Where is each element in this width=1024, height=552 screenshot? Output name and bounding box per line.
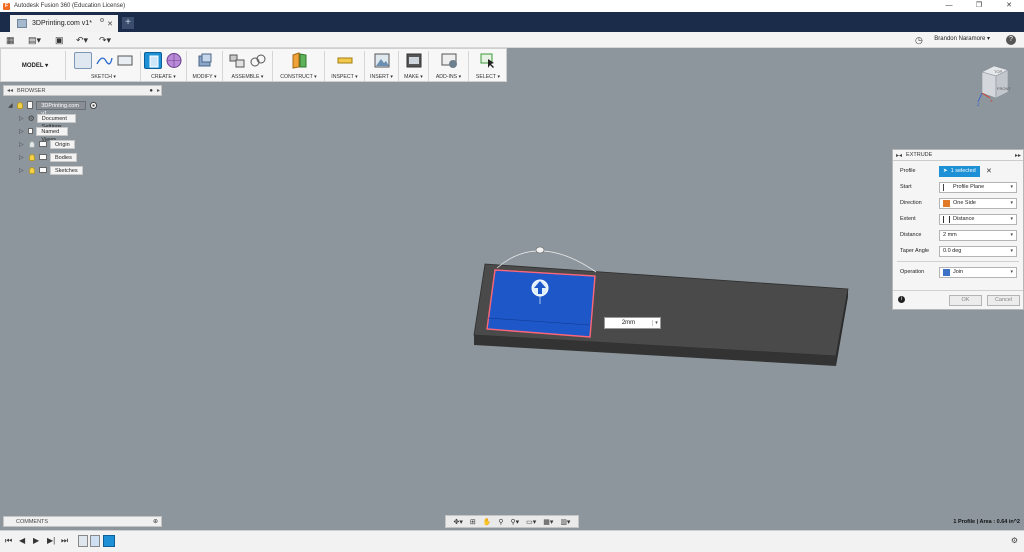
- timeline-settings-gear-icon[interactable]: ⚙: [1011, 536, 1018, 545]
- extent-value: Distance: [953, 216, 975, 222]
- go-to-end-icon[interactable]: ⏭: [61, 536, 68, 546]
- taper-angle-value[interactable]: 0.0 deg: [943, 248, 961, 254]
- selection-status: 1 Profile | Area : 0.64 in^2: [953, 519, 1020, 525]
- collapse-arrows-icon[interactable]: ▸◂: [896, 152, 902, 159]
- direction-label: Direction: [900, 200, 922, 206]
- extent-label: Extent: [900, 216, 916, 222]
- chevron-down-icon[interactable]: ▾: [1010, 232, 1013, 238]
- cancel-button[interactable]: Cancel: [987, 295, 1020, 306]
- display-settings-icon[interactable]: ▭▾: [526, 518, 536, 526]
- start-value: Profile Plane: [953, 184, 985, 190]
- join-icon: [943, 268, 950, 276]
- start-label: Start: [900, 184, 912, 190]
- taper-angle-label: Taper Angle: [900, 248, 930, 254]
- divider: [893, 290, 1023, 291]
- distance-label: Distance: [900, 232, 922, 238]
- direction-select[interactable]: One Side ▾: [939, 197, 1017, 209]
- ok-button[interactable]: OK: [949, 295, 982, 306]
- profile-selection-chip[interactable]: ➤ 1 selected: [939, 165, 980, 177]
- chevron-down-icon: ▾: [1010, 183, 1013, 190]
- operation-row: Operation Join ▾: [900, 266, 1017, 278]
- one-side-icon: [943, 199, 950, 207]
- operation-label: Operation: [900, 269, 925, 275]
- profile-plane-icon: [943, 183, 950, 191]
- distance-row: Distance 2 mm ▾: [900, 229, 1017, 241]
- chevron-down-icon: ▾: [1010, 215, 1013, 222]
- taper-angle-input[interactable]: 0.0 deg ▾: [939, 245, 1017, 257]
- fit-zoom-icon[interactable]: ⚲▾: [510, 518, 519, 526]
- step-back-icon[interactable]: ◀: [19, 536, 25, 545]
- extent-row: Extent Distance ▾: [900, 213, 1017, 225]
- grid-settings-icon[interactable]: ▦▾: [543, 518, 553, 526]
- timeline-extrude-feature[interactable]: [90, 535, 100, 547]
- profile-row: Profile ➤ 1 selected ✕: [900, 165, 992, 177]
- orbit-constrained-icon[interactable]: ✥▾: [453, 518, 462, 526]
- pan-hand-icon[interactable]: ✋: [483, 518, 492, 526]
- direction-value: One Side: [953, 200, 976, 206]
- timeline-bar: ⏮ ◀ ▶ ▶| ⏭ ⚙: [0, 530, 1024, 552]
- model-canvas[interactable]: [0, 0, 1024, 552]
- info-icon[interactable]: i: [898, 296, 905, 303]
- distance-extent-icon: [943, 215, 950, 223]
- chevron-down-icon: ▾: [1010, 199, 1013, 206]
- timeline-active-feature[interactable]: [103, 535, 115, 547]
- distance-dimension-input[interactable]: 2mm ▾: [604, 317, 661, 329]
- viewports-icon[interactable]: ▥▾: [560, 518, 570, 526]
- direction-row: Direction One Side ▾: [900, 197, 1017, 209]
- comments-panel[interactable]: COMMENTS ⊕: [3, 516, 162, 527]
- start-row: Start Profile Plane ▾: [900, 181, 1017, 193]
- step-forward-icon[interactable]: ▶|: [47, 536, 55, 545]
- extrude-dialog-header[interactable]: ▸◂ EXTRUDE ▸▸: [893, 150, 1023, 161]
- taper-angle-row: Taper Angle 0.0 deg ▾: [900, 245, 1017, 257]
- navigation-bar: ✥▾ ⊞ ✋ ⚲ ⚲▾ ▭▾ ▦▾ ▥▾: [445, 515, 579, 528]
- cursor-arrow-icon: ➤: [943, 168, 948, 174]
- profile-label: Profile: [900, 168, 916, 174]
- divider: [897, 261, 1019, 262]
- look-at-icon[interactable]: ⊞: [470, 518, 476, 526]
- dialog-expand-icon[interactable]: ▸▸: [1015, 152, 1021, 159]
- clear-selection-icon[interactable]: ✕: [986, 167, 992, 175]
- zoom-icon[interactable]: ⚲: [498, 518, 503, 526]
- extent-select[interactable]: Distance ▾: [939, 213, 1017, 225]
- profile-selection-value: 1 selected: [950, 168, 976, 174]
- angle-manipulator-handle[interactable]: [535, 246, 545, 254]
- distance-input[interactable]: 2 mm ▾: [939, 229, 1017, 241]
- start-select[interactable]: Profile Plane ▾: [939, 181, 1017, 193]
- operation-value: Join: [953, 269, 964, 275]
- extrude-dialog-title: EXTRUDE: [906, 152, 933, 158]
- play-icon[interactable]: ▶: [33, 536, 39, 545]
- chevron-down-icon[interactable]: ▾: [652, 320, 660, 326]
- extrude-dialog: ▸◂ EXTRUDE ▸▸ Profile ➤ 1 selected ✕ Sta…: [892, 149, 1024, 310]
- chevron-down-icon[interactable]: ▾: [1010, 248, 1013, 254]
- operation-select[interactable]: Join ▾: [939, 266, 1017, 278]
- distance-dimension-value[interactable]: 2mm: [605, 320, 652, 326]
- timeline-sketch-feature[interactable]: [78, 535, 88, 547]
- distance-value[interactable]: 2 mm: [943, 232, 957, 238]
- comments-title: COMMENTS: [16, 518, 49, 525]
- chevron-down-icon: ▾: [1010, 268, 1013, 275]
- comments-toggle-icon[interactable]: ⊕: [153, 518, 158, 525]
- go-to-start-icon[interactable]: ⏮: [5, 536, 12, 546]
